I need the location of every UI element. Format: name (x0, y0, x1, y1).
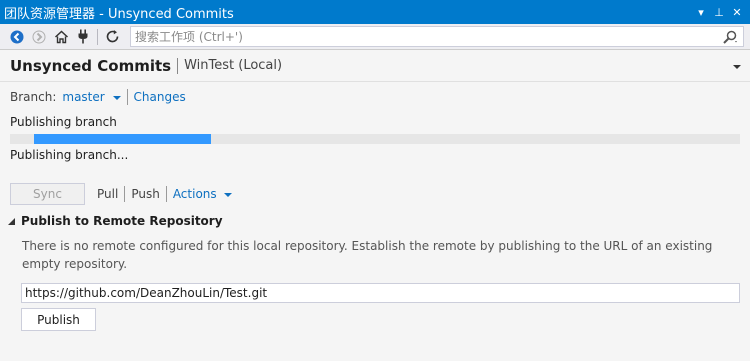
actions-menu[interactable]: Actions (173, 187, 233, 201)
publish-description: There is no remote configured for this l… (22, 239, 713, 271)
changes-link[interactable]: Changes (134, 90, 186, 104)
page-title: Unsynced Commits (10, 56, 172, 75)
close-button[interactable]: ✕ (728, 3, 746, 21)
actions-label: Actions (172, 187, 217, 201)
window-dropdown-button[interactable]: ▾ (692, 3, 710, 21)
actions-row: Sync Pull Push Actions (10, 183, 233, 205)
branch-separator (126, 89, 128, 105)
home-icon (54, 29, 68, 43)
collapse-icon (8, 217, 15, 225)
branch-name: master (62, 90, 105, 104)
forward-button[interactable] (28, 26, 50, 48)
actions-separator (124, 186, 126, 202)
branch-row: Branch: master Changes (10, 88, 186, 106)
chevron-down-icon (224, 193, 233, 197)
pull-link[interactable]: Pull (97, 187, 118, 201)
search-input[interactable] (131, 27, 717, 46)
progress-bar (10, 134, 740, 144)
actions-separator (165, 186, 167, 202)
refresh-button[interactable] (101, 26, 123, 48)
connect-icon (78, 29, 88, 44)
toolbar (0, 24, 750, 50)
back-icon (10, 30, 24, 43)
sync-button[interactable]: Sync (10, 183, 85, 205)
back-button[interactable] (6, 26, 28, 48)
search-box (130, 26, 744, 47)
push-link[interactable]: Push (131, 187, 160, 201)
progress-status: Publishing branch... (10, 148, 129, 162)
publish-section-header[interactable]: Publish to Remote Repository (8, 214, 223, 228)
search-icon (723, 30, 737, 44)
page-header: Unsynced Commits WinTest (Local) (0, 50, 750, 82)
section-title: Publish to Remote Repository (21, 214, 223, 228)
home-button[interactable] (50, 26, 72, 48)
progress-fill (34, 134, 211, 144)
search-button[interactable] (717, 30, 743, 44)
forward-icon (32, 30, 46, 43)
branch-selector[interactable]: master (62, 90, 121, 104)
chevron-down-icon (112, 96, 121, 100)
repository-name: WinTest (Local) (184, 58, 283, 73)
publish-button[interactable]: Publish (21, 308, 96, 331)
page-menu-button[interactable] (732, 60, 742, 74)
refresh-icon (106, 30, 118, 43)
window-titlebar: 团队资源管理器 - Unsynced Commits ▾ ⊥ ✕ (0, 0, 750, 24)
chevron-down-icon (733, 65, 741, 69)
remote-url-field[interactable] (21, 283, 740, 303)
header-separator (177, 57, 179, 74)
window-title: 团队资源管理器 - Unsynced Commits (4, 6, 234, 22)
window-controls: ▾ ⊥ ✕ (692, 3, 750, 21)
pin-button[interactable]: ⊥ (710, 3, 728, 21)
progress-label: Publishing branch (10, 115, 117, 129)
toolbar-separator (97, 28, 98, 45)
branch-label: Branch: (10, 90, 57, 104)
connect-button[interactable] (72, 26, 94, 48)
